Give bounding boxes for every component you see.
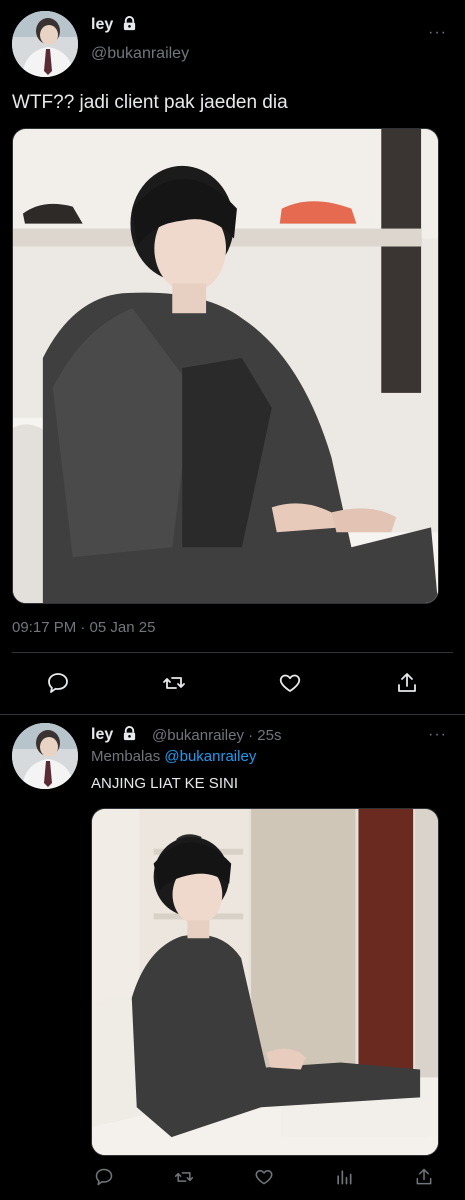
user-handle-time[interactable]: @bukanrailey · 25s [152, 727, 281, 744]
tweet-timestamp[interactable]: 09:17 PM · 05 Jan 25 [12, 619, 155, 636]
avatar[interactable] [12, 11, 78, 77]
views-button[interactable] [330, 1163, 358, 1191]
tweet-text: WTF?? jadi client pak jaeden dia [12, 92, 288, 113]
reply-text: ANJING LIAT KE SINI [91, 775, 238, 792]
reply-icon [95, 1168, 113, 1186]
lock-icon [122, 16, 137, 36]
divider [0, 714, 465, 715]
display-name[interactable]: ley [91, 726, 137, 746]
retweet-button[interactable] [160, 669, 188, 697]
avatar[interactable] [12, 723, 78, 789]
share-button[interactable] [393, 669, 421, 697]
views-icon [337, 1170, 352, 1185]
heart-icon [279, 674, 301, 692]
share-icon [398, 673, 416, 692]
like-button[interactable] [276, 669, 304, 697]
more-options-icon[interactable]: ··· [428, 24, 447, 42]
lock-icon [122, 726, 137, 746]
display-name[interactable]: ley [91, 16, 137, 36]
share-button[interactable] [410, 1163, 438, 1191]
tweet-photo[interactable] [12, 128, 439, 604]
retweet-button[interactable] [170, 1163, 198, 1191]
retweet-icon [163, 677, 185, 689]
heart-icon [255, 1170, 273, 1185]
reply-button[interactable] [90, 1163, 118, 1191]
retweet-icon [174, 1172, 194, 1182]
reply-icon [48, 673, 68, 693]
replying-to: Membalas @bukanrailey [91, 748, 257, 765]
replying-to-link[interactable]: @bukanrailey [164, 748, 256, 765]
divider [12, 652, 453, 653]
reply-photo[interactable] [91, 808, 439, 1156]
share-icon [416, 1168, 432, 1185]
more-options-icon[interactable]: ··· [428, 726, 447, 744]
user-handle[interactable]: @bukanrailey [91, 45, 189, 63]
reply-button[interactable] [44, 669, 72, 697]
like-button[interactable] [250, 1163, 278, 1191]
